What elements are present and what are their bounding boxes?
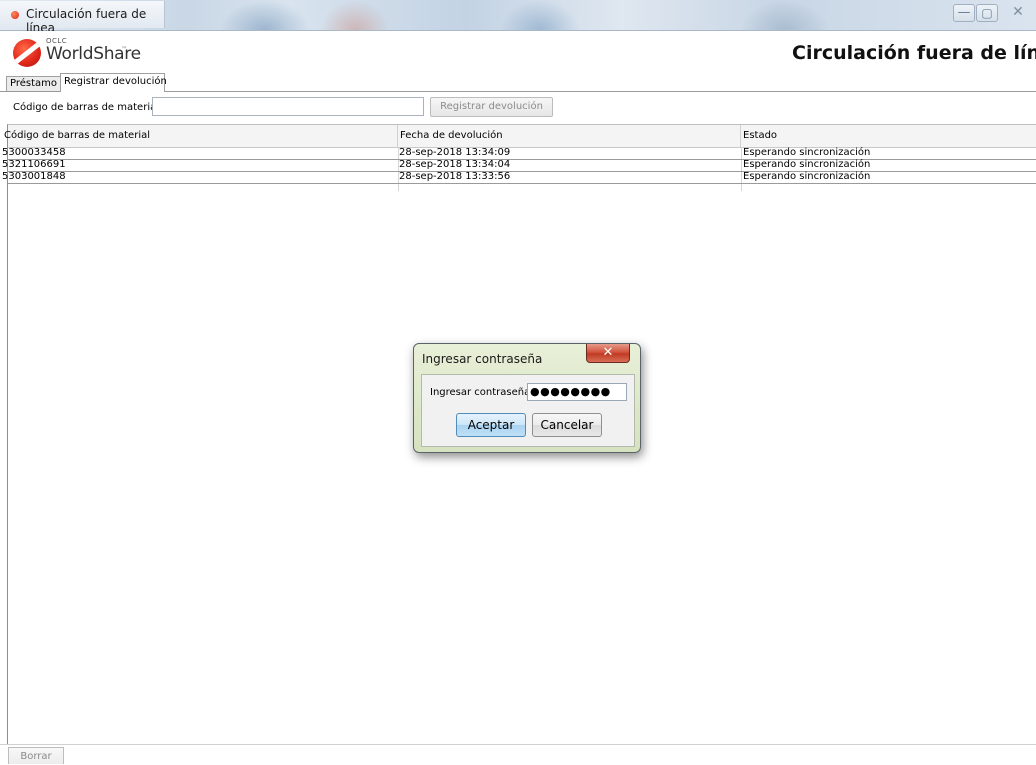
password-label: Ingresar contraseña bbox=[430, 387, 531, 398]
dialog-title: Ingresar contraseña bbox=[422, 352, 543, 366]
cancel-button[interactable]: Cancelar bbox=[532, 413, 602, 437]
column-header-status[interactable]: Estado bbox=[741, 125, 1036, 147]
password-dialog: Ingresar contraseña ✕ Ingresar contraseñ… bbox=[413, 343, 641, 453]
cell-return-date: 28-sep-2018 13:34:09 bbox=[399, 147, 511, 158]
barcode-entry-row: Código de barras de material Registrar d… bbox=[0, 92, 1036, 123]
tab-prestamo[interactable]: Préstamo bbox=[6, 76, 61, 91]
page-title: Circulación fuera de línea bbox=[792, 42, 1036, 64]
app-icon bbox=[11, 11, 19, 19]
register-return-button[interactable]: Registrar devolución bbox=[430, 97, 553, 117]
oclc-logo-icon bbox=[13, 39, 41, 67]
dialog-close-button[interactable]: ✕ bbox=[586, 344, 630, 363]
app-header: OCLC WorldShare ™ Circulación fuera de l… bbox=[0, 31, 1036, 71]
clear-button[interactable]: Borrar bbox=[8, 747, 64, 764]
cell-barcode: 5321106691 bbox=[2, 159, 66, 170]
table-row[interactable]: 5303001848 28-sep-2018 13:33:56 Esperand… bbox=[2, 171, 1036, 184]
close-window-button[interactable]: ✕ bbox=[1004, 4, 1032, 22]
password-input[interactable]: ●●●●●●●● bbox=[527, 383, 627, 401]
title-bar-decoration bbox=[740, 0, 830, 30]
table-row[interactable]: 5300033458 28-sep-2018 13:34:09 Esperand… bbox=[2, 147, 1036, 160]
tab-registrar-devolucion[interactable]: Registrar devolución bbox=[60, 73, 167, 92]
barcode-input[interactable] bbox=[152, 97, 424, 116]
window-title-tab: Circulación fuera de línea bbox=[0, 1, 165, 35]
accept-button[interactable]: Aceptar bbox=[456, 413, 526, 437]
cell-return-date: 28-sep-2018 13:34:04 bbox=[399, 159, 511, 170]
table-header: Código de barras de material Fecha de de… bbox=[4, 125, 1036, 148]
table-row[interactable]: 5321106691 28-sep-2018 13:34:04 Esperand… bbox=[2, 159, 1036, 172]
barcode-label: Código de barras de material bbox=[13, 102, 160, 113]
cell-status: Esperando sincronización bbox=[743, 147, 871, 158]
cell-status: Esperando sincronización bbox=[743, 159, 871, 170]
minimize-button[interactable]: — bbox=[953, 4, 975, 22]
cell-barcode: 5300033458 bbox=[2, 147, 66, 158]
column-header-return-date[interactable]: Fecha de devolución bbox=[398, 125, 741, 147]
cell-barcode: 5303001848 bbox=[2, 171, 66, 182]
tab-bar: Préstamo Registrar devolución bbox=[0, 72, 1036, 92]
cell-status: Esperando sincronización bbox=[743, 171, 871, 182]
cell-return-date: 28-sep-2018 13:33:56 bbox=[399, 171, 511, 182]
maximize-button[interactable]: ▢ bbox=[976, 4, 998, 22]
bottom-bar: Borrar bbox=[0, 744, 1036, 764]
dialog-body: Ingresar contraseña ●●●●●●●● Aceptar Can… bbox=[421, 374, 635, 447]
logo-trademark: ™ bbox=[121, 46, 127, 53]
column-header-barcode[interactable]: Código de barras de material bbox=[2, 125, 398, 147]
window-title-bar[interactable]: Circulación fuera de línea — ▢ ✕ bbox=[0, 0, 1036, 35]
title-bar-decoration bbox=[500, 0, 580, 30]
